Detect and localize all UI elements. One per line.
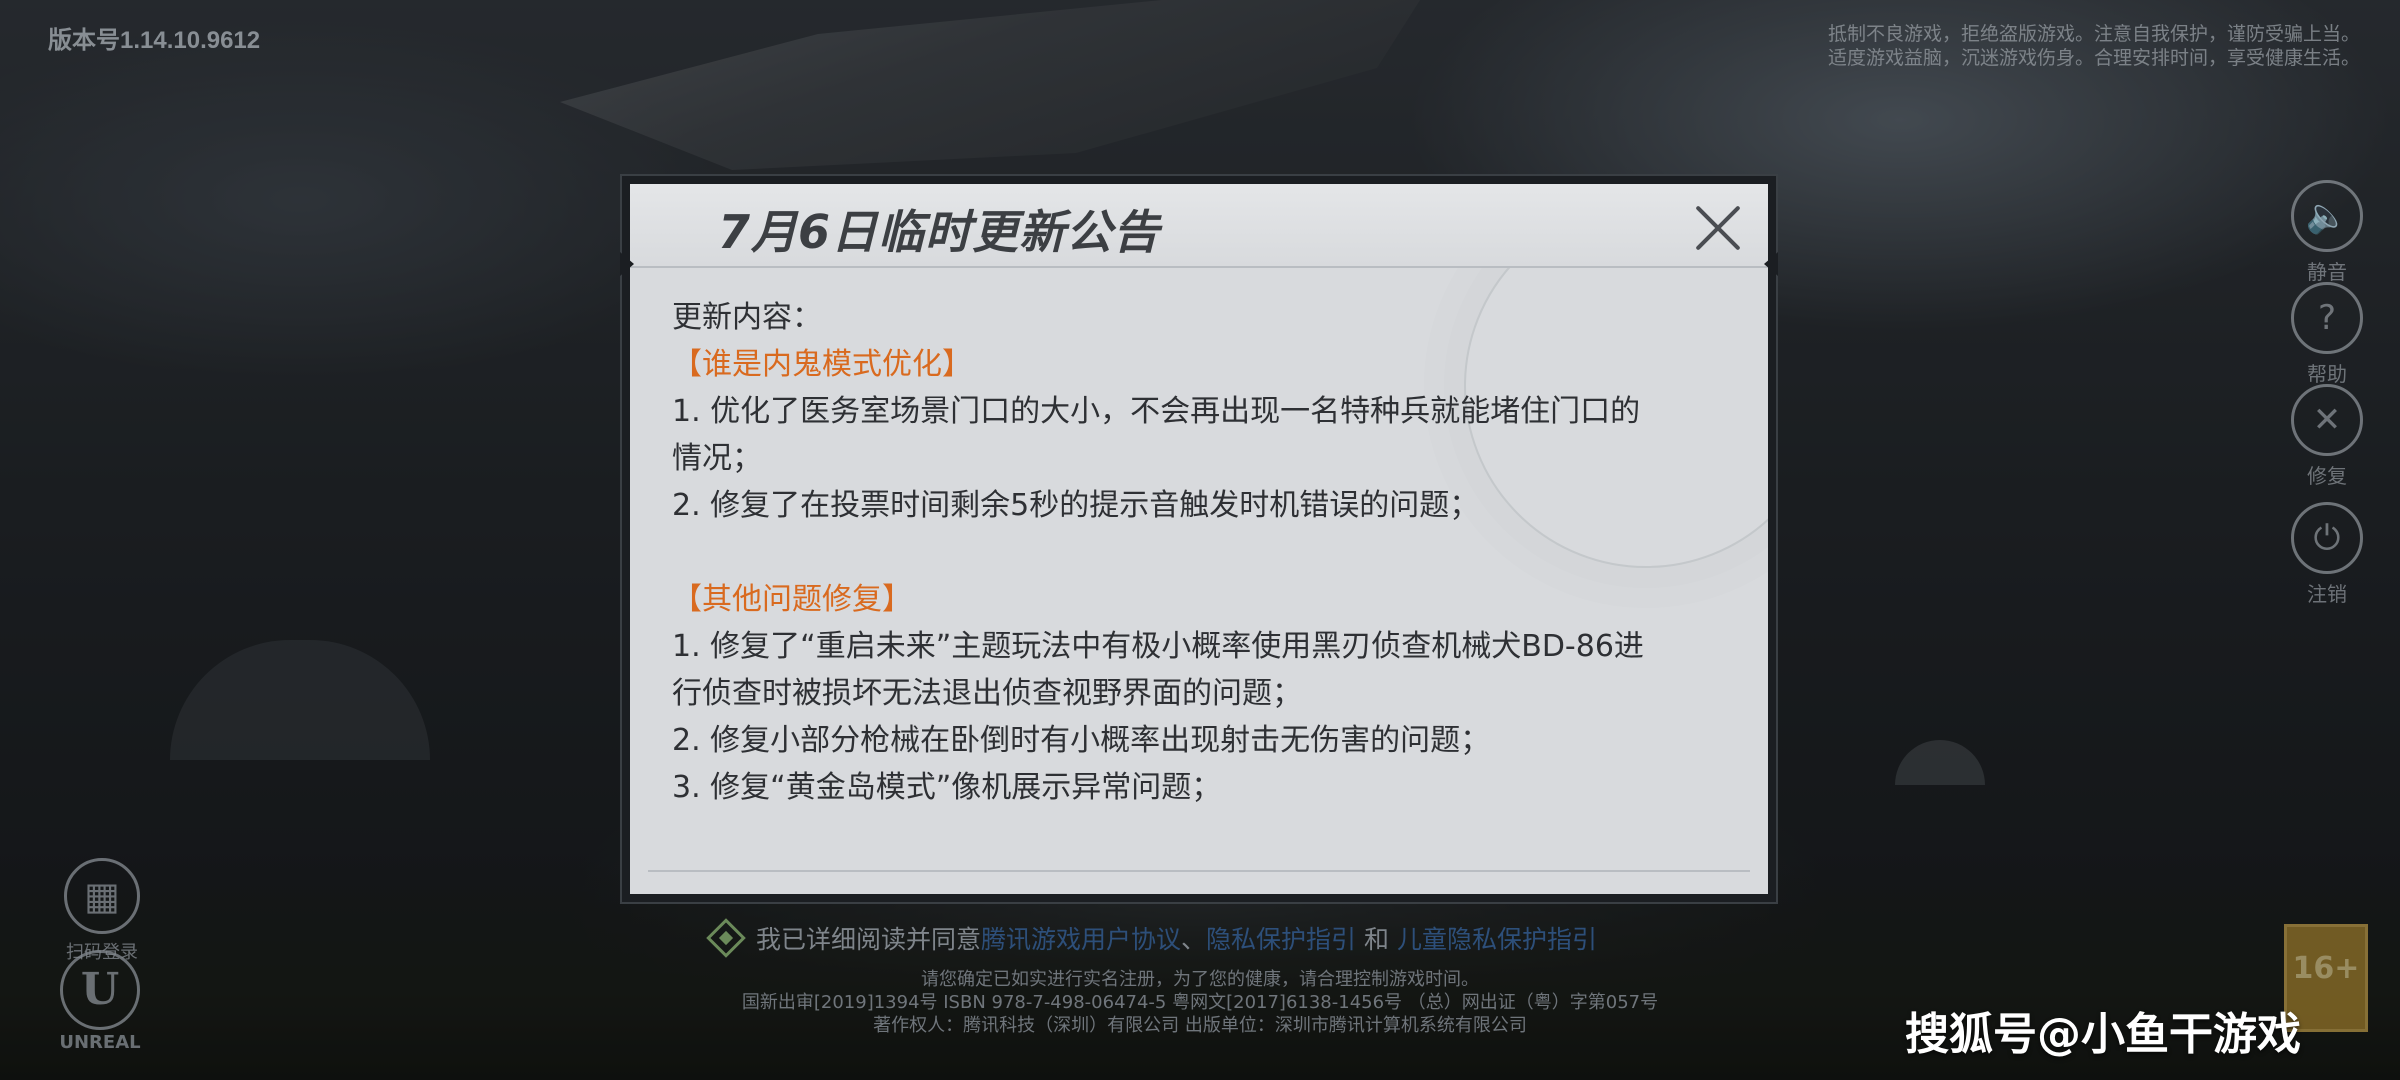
dialog-notch [620,252,634,276]
power-icon: ⏻ [2291,502,2363,574]
dialog-body[interactable]: 更新内容： 【谁是内鬼模式优化】 1. 优化了医务室场景门口的大小，不会再出现一… [672,294,1734,811]
update-line: 2. 修复小部分枪械在卧倒时有小概率出现射击无伤害的问题； [672,723,1491,758]
dialog-header: 7月6日临时更新公告 [630,184,1768,268]
intro-text: 更新内容： [672,300,822,335]
update-line: 3. 修复“黄金岛模式”像机展示异常问题； [672,770,1222,805]
legal-line: 国新出审[2019]1394号 ISBN 978-7-498-06474-5 粤… [741,992,1659,1013]
health-notice-line: 抵制不良游戏，拒绝盗版游戏。注意自我保护，谨防受骗上当。 [1827,23,2360,45]
mute-label: 静音 [2307,260,2347,284]
help-label: 帮助 [2307,362,2347,386]
mute-button[interactable]: 🔈 静音 [2284,180,2370,285]
logout-button[interactable]: ⏻ 注销 [2284,502,2370,607]
update-line: 情况； [672,441,762,476]
speaker-icon: 🔈 [2291,180,2363,252]
update-line: 1. 优化了医务室场景门口的大小，不会再出现一名特种兵就能堵住门口的 [672,394,1641,429]
unreal-label: UNREAL [59,1032,141,1053]
qr-code-icon: ▦ [64,858,140,934]
logout-label: 注销 [2307,582,2347,606]
dialog-title: 7月6日临时更新公告 [718,205,1161,259]
section-heading: 【谁是内鬼模式优化】 [672,347,972,382]
section-heading: 【其他问题修复】 [672,582,912,617]
child-privacy-link[interactable]: 儿童隐私保护指引 [1397,925,1597,954]
update-line: 2. 修复了在投票时间剩余5秒的提示音触发时机错误的问题； [672,488,1480,523]
help-button[interactable]: ? 帮助 [2284,282,2370,387]
agreement-text: 我已详细阅读并同意腾讯游戏用户协议、隐私保护指引 和 儿童隐私保护指引 [756,920,1597,956]
legal-line: 著作权人：腾讯科技（深圳）有限公司 出版单位：深圳市腾讯计算机系统有限公司 [873,1015,1527,1036]
announcement-dialog: 7月6日临时更新公告 更新内容： 【谁是内鬼模式优化】 1. 优化了医务室场景门… [620,174,1778,904]
agreement-prefix: 我已详细阅读并同意 [756,925,982,954]
agreement-separator: 、 [1181,925,1207,954]
unreal-u-icon: U [60,950,140,1030]
check-mark-icon [718,930,734,946]
legal-line: 请您确定已如实进行实名注册，为了您的健康，请合理控制游戏时间。 [921,969,1479,990]
dialog-divider [648,870,1750,872]
agreement-row: 我已详细阅读并同意腾讯游戏用户协议、隐私保护指引 和 儿童隐私保护指引 [706,918,1597,958]
dialog-notch [1764,252,1778,276]
health-notice-line: 适度游戏益脑，沉迷游戏伤身。合理安排时间，享受健康生活。 [1827,47,2360,69]
health-notice: 抵制不良游戏，拒绝盗版游戏。注意自我保护，谨防受骗上当。 适度游戏益脑，沉迷游戏… [1720,22,2360,70]
update-line: 行侦查时被损坏无法退出侦查视野界面的问题； [672,676,1302,711]
privacy-policy-link[interactable]: 隐私保护指引 [1206,925,1356,954]
unreal-engine-logo: U UNREAL [40,950,160,1053]
repair-button[interactable]: ✕ 修复 [2284,384,2370,489]
update-line: 1. 修复了“重启未来”主题玩法中有极小概率使用黑刃侦查机械犬BD-86进 [672,629,1644,664]
legal-notice: 请您确定已如实进行实名注册，为了您的健康，请合理控制游戏时间。 国新出审[201… [600,968,1800,1037]
version-label: 版本号1.14.10.9612 [48,27,261,54]
watermark-text: 搜狐号@小鱼干游戏 [1905,1009,2301,1060]
wrench-icon: ✕ [2291,384,2363,456]
agreement-separator: 和 [1364,925,1390,954]
qr-login-button[interactable]: ▦ 扫码登录 [52,858,152,964]
dialog-panel: 7月6日临时更新公告 更新内容： 【谁是内鬼模式优化】 1. 优化了医务室场景门… [630,184,1768,894]
agreement-checkbox[interactable] [706,918,746,958]
close-icon[interactable] [1692,202,1744,254]
question-icon: ? [2291,282,2363,354]
user-agreement-link[interactable]: 腾讯游戏用户协议 [981,925,1181,954]
repair-label: 修复 [2307,464,2347,488]
